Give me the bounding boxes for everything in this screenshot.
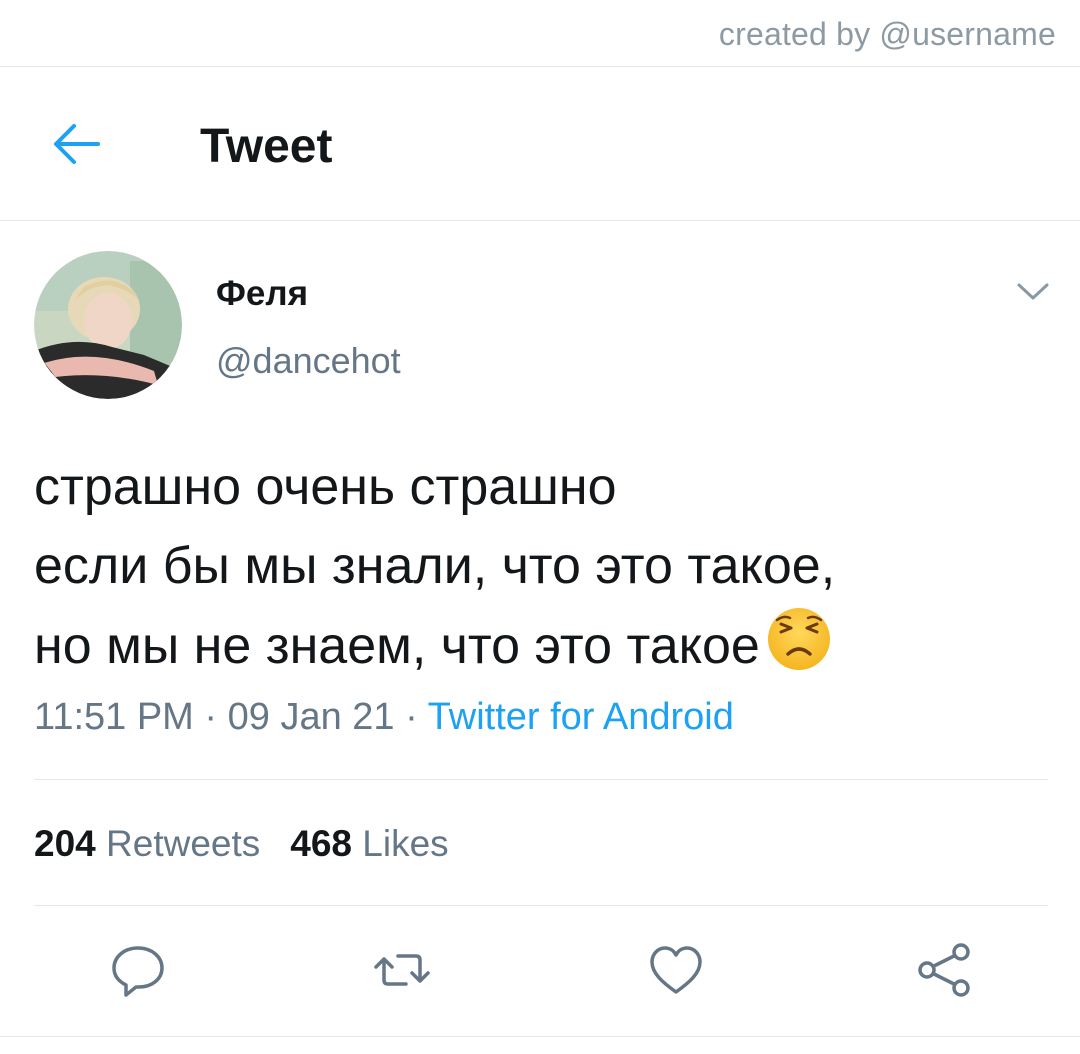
retweets-stat[interactable]: 204 Retweets — [34, 823, 260, 864]
page-title: Tweet — [200, 120, 333, 173]
tweet-text: страшно очень страшно если бы мы знали, … — [34, 448, 1054, 686]
reply-icon[interactable] — [108, 940, 168, 1000]
divider — [34, 905, 1048, 906]
meta-separator: · — [204, 696, 218, 738]
likes-label: Likes — [362, 823, 449, 864]
tweet-text-line: страшно очень страшно — [34, 458, 617, 516]
tweet-time: 11:51 PM — [34, 696, 194, 738]
tweet-text-line-content: но мы не знаем, что это такое — [34, 617, 760, 675]
tweet-date: 09 Jan 21 — [227, 696, 395, 738]
divider — [0, 1036, 1080, 1037]
arrow-left-icon[interactable] — [52, 123, 102, 165]
retweets-count: 204 — [34, 823, 96, 864]
user-handle[interactable]: @dancehot — [216, 340, 401, 382]
tweet-stats: 204 Retweets 468 Likes — [34, 823, 449, 865]
tweet-text-line-last: но мы не знаем, что это такое — [34, 606, 1054, 686]
tweet-detail-screen: created by @username Tweet Феля @danceho… — [0, 0, 1080, 1054]
share-icon[interactable] — [914, 940, 974, 1000]
persevering-face-emoji-icon — [766, 606, 832, 672]
tweet-text-line: если бы мы знали, что это такое, — [34, 537, 836, 595]
tweet-source-link[interactable]: Twitter for Android — [428, 696, 734, 738]
header: Tweet — [0, 67, 1080, 221]
watermark-text: created by @username — [718, 16, 1056, 52]
like-icon[interactable] — [646, 940, 706, 1000]
display-name[interactable]: Феля — [216, 274, 308, 314]
likes-count: 468 — [290, 823, 352, 864]
avatar[interactable] — [34, 251, 182, 399]
tweet-meta: 11:51 PM · 09 Jan 21 · Twitter for Andro… — [34, 696, 734, 739]
likes-stat[interactable]: 468 Likes — [290, 823, 448, 864]
chevron-down-icon[interactable] — [1016, 282, 1050, 302]
divider — [34, 779, 1048, 780]
retweets-label: Retweets — [106, 823, 261, 864]
retweet-icon[interactable] — [372, 940, 432, 1000]
meta-separator: · — [405, 696, 418, 738]
watermark-bar: created by @username — [0, 0, 1080, 67]
